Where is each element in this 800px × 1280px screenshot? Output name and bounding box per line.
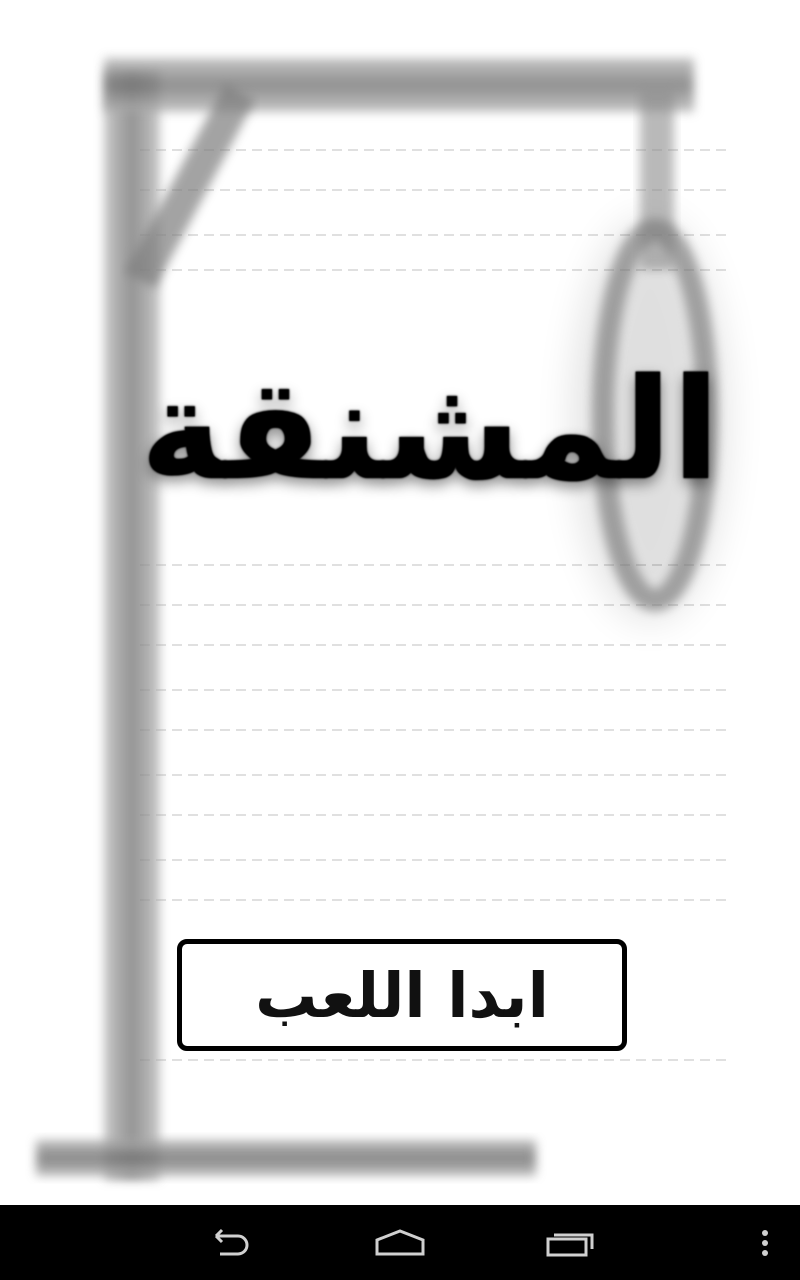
start-game-button[interactable]: ابدا اللعب [177, 939, 627, 1051]
overflow-menu-button[interactable] [745, 1205, 785, 1280]
overflow-menu-icon [762, 1229, 768, 1256]
recent-apps-icon [546, 1233, 594, 1256]
back-icon [214, 1228, 249, 1255]
home-icon [375, 1228, 425, 1255]
system-navigation-bar [0, 1205, 800, 1280]
game-canvas: المشنقة ابدا اللعب [0, 0, 800, 1205]
start-game-label: ابدا اللعب [255, 958, 549, 1032]
app-screen: المشنقة ابدا اللعب [0, 0, 800, 1280]
gallows-beam [104, 58, 694, 112]
back-button[interactable] [190, 1205, 270, 1280]
gallows-base [36, 1140, 536, 1176]
game-title: المشنقة [140, 348, 724, 512]
home-button[interactable] [360, 1205, 440, 1280]
recent-apps-button[interactable] [530, 1205, 610, 1280]
